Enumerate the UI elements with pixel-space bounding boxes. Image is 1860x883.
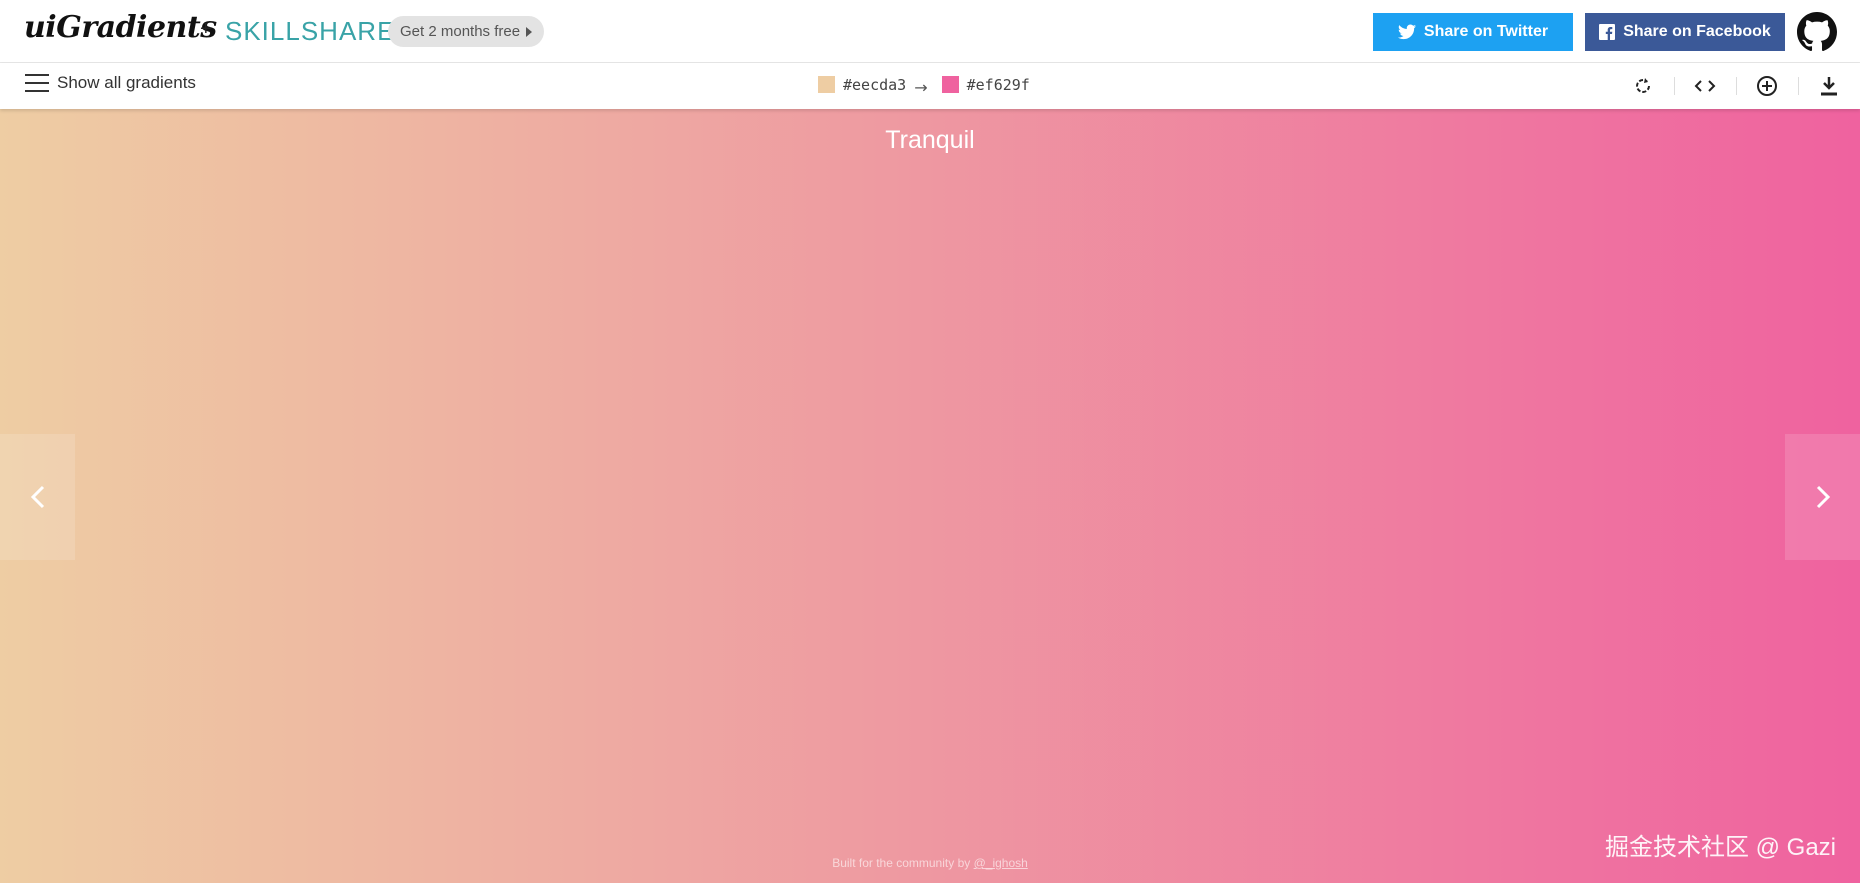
chevron-left-icon <box>30 485 44 509</box>
rotate-button[interactable] <box>1612 63 1674 109</box>
plus-sign: + <box>200 18 212 40</box>
code-icon <box>1694 80 1716 92</box>
previous-gradient-button[interactable] <box>0 434 75 560</box>
color-from-swatch[interactable] <box>818 76 835 93</box>
gradient-name: Tranquil <box>885 126 975 154</box>
next-gradient-button[interactable] <box>1785 434 1860 560</box>
get-css-button[interactable] <box>1674 63 1736 109</box>
arrow-right-icon: → <box>914 78 928 97</box>
share-facebook-label: Share on Facebook <box>1623 23 1771 40</box>
uigradients-logo[interactable]: uiGradients <box>24 10 217 45</box>
download-button[interactable] <box>1798 63 1860 109</box>
add-gradient-button[interactable] <box>1736 63 1798 109</box>
gradient-preview: Tranquil Built for the community by @_ig… <box>0 109 1860 883</box>
hamburger-menu-icon <box>25 74 49 92</box>
top-header: uiGradients + SKILLSHARE Get 2 months fr… <box>0 0 1860 63</box>
show-all-gradients-button[interactable]: Show all gradients <box>25 73 196 93</box>
facebook-icon <box>1599 24 1616 40</box>
gradient-toolbar: Show all gradients #eecda3 → #ef629f <box>0 63 1860 109</box>
share-facebook-button[interactable]: Share on Facebook <box>1585 13 1785 51</box>
color-from-hex[interactable]: #eecda3 <box>843 76 906 94</box>
download-icon <box>1821 77 1837 96</box>
color-to-hex[interactable]: #ef629f <box>967 76 1030 94</box>
share-twitter-label: Share on Twitter <box>1423 23 1549 40</box>
gradient-colors: #eecda3 → #ef629f <box>818 75 1030 97</box>
watermark: 掘金技术社区 @ Gazi <box>1604 834 1836 861</box>
rotate-icon <box>1636 78 1650 93</box>
share-twitter-button[interactable]: Share on Twitter <box>1373 13 1573 51</box>
show-all-label: Show all gradients <box>57 73 196 92</box>
author-link[interactable]: @_ighosh <box>974 856 1028 870</box>
github-icon[interactable] <box>1797 12 1837 52</box>
caret-right-icon <box>526 26 533 37</box>
add-icon <box>1757 76 1777 96</box>
twitter-bird-icon <box>1397 24 1416 40</box>
chevron-right-icon <box>1816 485 1830 509</box>
promo-label: Get 2 months free <box>400 23 521 40</box>
footer-text: Built for the community by <box>832 856 971 870</box>
color-to-swatch[interactable] <box>941 76 959 93</box>
toolbar-actions <box>1612 63 1860 109</box>
promo-button[interactable]: Get 2 months free <box>388 16 545 47</box>
footer-credit: Built for the community by @_ighosh <box>0 856 1860 870</box>
skillshare-logo[interactable]: SKILLSHARE <box>225 16 395 47</box>
